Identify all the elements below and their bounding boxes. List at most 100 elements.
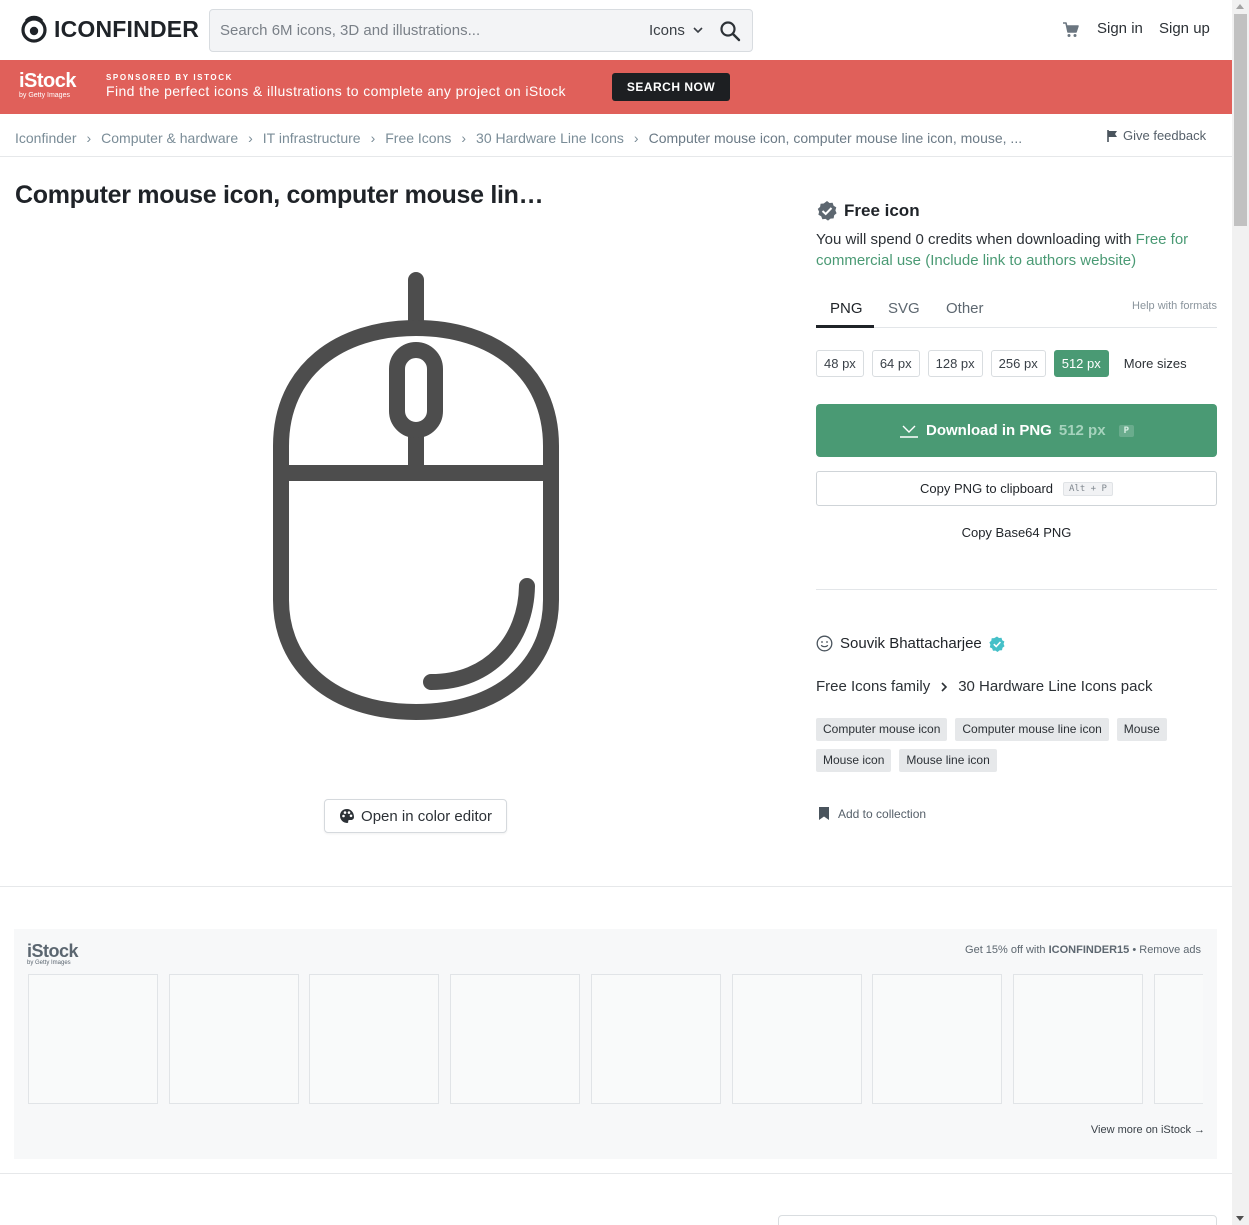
istock-logo: iStock by Getty Images — [19, 71, 77, 100]
search-type-dropdown[interactable]: Icons — [649, 22, 703, 39]
download-size: 512 px — [1058, 422, 1106, 439]
istock-thumbnail[interactable] — [732, 974, 862, 1104]
smiley-icon — [816, 635, 833, 652]
free-icon-heading: Free icon — [816, 200, 920, 222]
page-title: Computer mouse icon, computer mouse lin… — [15, 181, 544, 209]
tag[interactable]: Computer mouse icon — [816, 718, 948, 741]
download-icon — [900, 425, 919, 438]
search-icon[interactable] — [718, 19, 742, 43]
size-option-selected[interactable]: 512 px — [1053, 349, 1109, 377]
istock-thumbnail[interactable] — [1154, 974, 1203, 1104]
more-sizes-link[interactable]: More sizes — [1124, 356, 1187, 371]
istock-thumbnail[interactable] — [309, 974, 439, 1104]
search-now-button[interactable]: SEARCH NOW — [612, 73, 730, 101]
tab-other[interactable]: Other — [946, 300, 984, 317]
sign-in-link[interactable]: Sign in — [1097, 20, 1143, 37]
promo-code: ICONFINDER15 — [1048, 944, 1130, 956]
scroll-down-arrow-icon[interactable] — [1236, 1216, 1244, 1221]
istock-promo[interactable]: Get 15% off with ICONFINDER15 • Remove a… — [965, 944, 1201, 956]
credits-info: You will spend 0 credits when downloadin… — [816, 229, 1216, 271]
istock-ad-logo-subtext: by Getty Images — [27, 960, 71, 966]
search-bar: Icons — [209, 9, 753, 52]
banner-sponsor-label: SPONSORED BY ISTOCK — [106, 73, 234, 82]
size-options: 48 px 64 px 128 px 256 px 512 px More si… — [816, 349, 1187, 377]
chevron-down-icon — [693, 27, 703, 34]
tag[interactable]: Mouse line icon — [899, 749, 997, 772]
istock-ad-logo[interactable]: iStock by Getty Images — [27, 941, 79, 967]
size-option[interactable]: 64 px — [871, 349, 920, 377]
author-row[interactable]: Souvik Bhattacharjee — [816, 635, 1005, 652]
download-button[interactable]: Download in PNG 512 px P — [816, 404, 1217, 457]
istock-thumbnail[interactable] — [872, 974, 1002, 1104]
breadcrumb-item[interactable]: Free Icons — [385, 130, 451, 146]
format-tabs: PNG SVG Other Help with formats — [816, 292, 1217, 328]
chevron-right-icon: › — [248, 130, 253, 146]
breadcrumb-item[interactable]: 30 Hardware Line Icons — [476, 130, 624, 146]
free-icon-label: Free icon — [844, 201, 920, 220]
view-more-istock-link[interactable]: View more on iStock → — [1091, 1124, 1205, 1136]
istock-thumbnail[interactable] — [28, 974, 158, 1104]
size-option[interactable]: 128 px — [927, 349, 983, 377]
open-color-editor-button[interactable]: Open in color editor — [324, 799, 507, 833]
add-to-collection-label: Add to collection — [838, 806, 927, 821]
chevron-right-icon — [941, 681, 948, 692]
logo-text: ICONFINDER — [54, 15, 200, 42]
tab-svg[interactable]: SVG — [888, 300, 920, 317]
cart-icon[interactable] — [1062, 21, 1080, 39]
give-feedback-link[interactable]: Give feedback — [1107, 128, 1206, 143]
tag[interactable]: Computer mouse line icon — [955, 718, 1109, 741]
computer-mouse-icon — [273, 272, 559, 721]
copy-png-label: Copy PNG to clipboard — [920, 481, 1053, 496]
icon-family-row: Free Icons family 30 Hardware Line Icons… — [816, 678, 1156, 695]
divider — [0, 1173, 1232, 1174]
breadcrumb-item[interactable]: Iconfinder — [15, 130, 76, 146]
flag-icon — [1107, 129, 1117, 142]
istock-ad-logo-text: iStock — [27, 941, 79, 961]
author-name[interactable]: Souvik Bhattacharjee — [840, 635, 982, 652]
copy-base64-button[interactable]: Copy Base64 PNG — [816, 525, 1217, 540]
page-scrollbar[interactable] — [1232, 0, 1249, 1225]
istock-thumbnail[interactable] — [450, 974, 580, 1104]
credits-text: You will spend 0 credits when downloadin… — [816, 231, 1136, 248]
istock-ad: iStock by Getty Images Get 15% off with … — [14, 929, 1217, 1159]
istock-thumbnail[interactable] — [169, 974, 299, 1104]
size-option[interactable]: 256 px — [990, 349, 1046, 377]
iconfinder-logo[interactable]: ICONFINDER — [20, 15, 199, 43]
istock-thumbnail[interactable] — [591, 974, 721, 1104]
bookmark-icon — [819, 807, 829, 820]
scroll-up-arrow-icon[interactable] — [1236, 4, 1244, 9]
istock-banner[interactable]: iStock by Getty Images SPONSORED BY ISTO… — [0, 60, 1232, 114]
search-input[interactable] — [220, 10, 640, 51]
bottom-panel-edge — [778, 1215, 1217, 1225]
tag-list: Computer mouse icon Computer mouse line … — [816, 718, 1217, 772]
banner-text: Find the perfect icons & illustrations t… — [106, 83, 566, 99]
istock-thumbnails — [28, 974, 1203, 1104]
give-feedback-label: Give feedback — [1123, 128, 1207, 143]
sign-up-link[interactable]: Sign up — [1159, 20, 1210, 37]
divider — [0, 156, 1232, 157]
tab-png[interactable]: PNG — [830, 300, 863, 317]
breadcrumb-item[interactable]: IT infrastructure — [263, 130, 361, 146]
color-editor-label: Open in color editor — [361, 807, 492, 825]
istock-thumbnail[interactable] — [1013, 974, 1143, 1104]
download-label: Download in PNG — [926, 422, 1052, 439]
add-to-collection-button[interactable]: Add to collection — [818, 806, 926, 821]
copy-png-button[interactable]: Copy PNG to clipboard Alt + P — [816, 471, 1217, 506]
help-formats-link[interactable]: Help with formats — [1132, 300, 1217, 312]
download-shortcut: P — [1118, 424, 1134, 437]
tag[interactable]: Mouse — [1116, 718, 1167, 741]
promo-prefix: Get 15% off with — [965, 944, 1049, 956]
scrollbar-thumb[interactable] — [1234, 14, 1247, 226]
palette-icon — [340, 809, 355, 823]
breadcrumb: Iconfinder › Computer & hardware › IT in… — [15, 128, 1095, 148]
tag[interactable]: Mouse icon — [816, 749, 892, 772]
chevron-right-icon: › — [461, 130, 467, 146]
divider — [0, 886, 1232, 887]
breadcrumb-item[interactable]: Computer & hardware — [101, 130, 238, 146]
divider — [816, 589, 1217, 590]
family-link[interactable]: Free Icons family — [816, 678, 930, 695]
remove-ads-link[interactable]: • Remove ads — [1129, 944, 1201, 956]
size-option[interactable]: 48 px — [816, 349, 864, 377]
iconfinder-logo-icon — [21, 15, 47, 43]
pack-link[interactable]: 30 Hardware Line Icons pack — [958, 678, 1152, 695]
